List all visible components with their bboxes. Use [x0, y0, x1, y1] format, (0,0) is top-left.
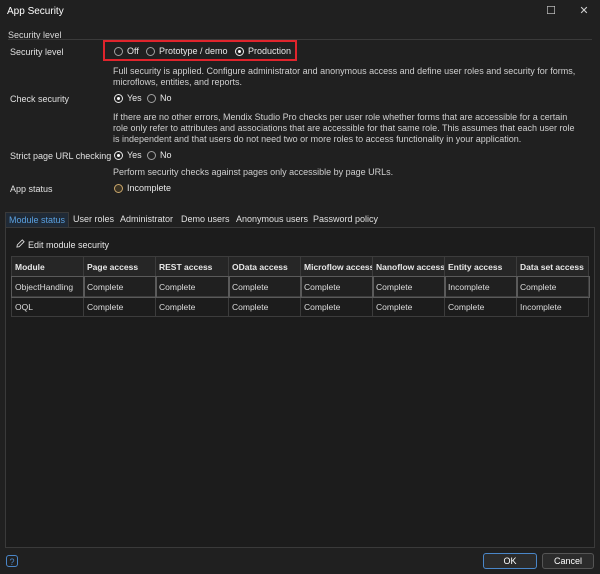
- tab-demo-users[interactable]: Demo users: [178, 212, 233, 227]
- cancel-button[interactable]: Cancel: [542, 553, 594, 569]
- table-cell: Complete: [444, 296, 517, 317]
- table-cell: Complete: [227, 275, 302, 298]
- edit-module-security-label: Edit module security: [28, 239, 110, 250]
- radio-prototype-label: Prototype / demo: [159, 46, 228, 56]
- app-status-indicator: Incomplete: [114, 183, 171, 193]
- title-bar: [0, 0, 600, 24]
- strict-url-no[interactable]: No: [147, 150, 172, 160]
- radio-prototype-dot: [146, 46, 155, 56]
- table-cell: Complete: [300, 296, 373, 317]
- help-icon[interactable]: ?: [6, 555, 18, 567]
- edit-module-security-button[interactable]: Edit module security: [16, 239, 109, 250]
- table-cell: Complete: [299, 275, 374, 298]
- table-header-row: Module Page access REST access OData acc…: [11, 256, 589, 277]
- table-cell: Complete: [154, 275, 230, 298]
- table-cell: OQL: [11, 296, 84, 317]
- check-security-no[interactable]: No: [147, 93, 172, 103]
- strict-url-yes[interactable]: Yes: [114, 150, 142, 160]
- check-security-yes-dot: [114, 93, 123, 103]
- app-status-value: Incomplete: [127, 183, 172, 193]
- table-cell: Complete: [372, 296, 445, 317]
- tab-password-policy[interactable]: Password policy: [310, 212, 381, 227]
- strict-url-no-dot: [147, 150, 156, 160]
- table-cell: Complete: [371, 275, 446, 298]
- app-status-label: App status: [10, 184, 53, 194]
- table-cell: ObjectHandling: [10, 275, 85, 298]
- radio-off-label: Off: [127, 46, 139, 56]
- column-header[interactable]: REST access: [155, 256, 229, 277]
- radio-production-label: Production: [248, 46, 292, 56]
- close-icon[interactable]: ✕: [578, 5, 590, 17]
- strict-url-yes-label: Yes: [127, 150, 142, 160]
- divider: [8, 39, 592, 40]
- table-cell: Complete: [155, 296, 229, 317]
- check-security-no-label: No: [160, 93, 172, 103]
- check-security-no-dot: [147, 93, 156, 103]
- column-header[interactable]: Data set access: [516, 256, 589, 277]
- check-security-label: Check security: [10, 94, 70, 104]
- security-level-label: Security level: [10, 47, 64, 57]
- table-cell: Complete: [515, 275, 590, 298]
- column-header[interactable]: OData access: [228, 256, 301, 277]
- column-header[interactable]: Page access: [83, 256, 156, 277]
- column-header[interactable]: Module: [11, 256, 84, 277]
- tab-module-status[interactable]: Module status: [5, 212, 70, 227]
- window-title: App Security: [7, 6, 64, 17]
- tab-anonymous-users[interactable]: Anonymous users: [233, 212, 311, 227]
- table-cell: Incomplete: [443, 275, 518, 298]
- radio-prototype[interactable]: Prototype / demo: [146, 46, 228, 56]
- security-level-description: Full security is applied. Configure admi…: [113, 66, 576, 87]
- ok-button[interactable]: OK: [483, 553, 537, 569]
- radio-production-dot: [235, 46, 244, 56]
- tab-bar: Module status User roles Administrator D…: [5, 212, 595, 228]
- maximize-icon[interactable]: ☐: [545, 5, 557, 17]
- table-cell: Complete: [228, 296, 301, 317]
- radio-off[interactable]: Off: [114, 46, 139, 56]
- check-security-yes-label: Yes: [127, 93, 142, 103]
- radio-off-dot: [114, 46, 123, 56]
- strict-url-description: Perform security checks against pages on…: [113, 167, 394, 177]
- strict-url-label: Strict page URL checking: [10, 151, 112, 161]
- strict-url-no-label: No: [160, 150, 172, 160]
- table-cell: Incomplete: [516, 296, 589, 317]
- radio-production[interactable]: Production: [235, 46, 291, 56]
- table-row[interactable]: ObjectHandling Complete Complete Complet…: [10, 275, 590, 298]
- tab-administrator[interactable]: Administrator: [117, 212, 176, 227]
- table-cell: Complete: [83, 296, 156, 317]
- table-cell: Complete: [82, 275, 157, 298]
- module-status-table: Module Page access REST access OData acc…: [10, 256, 590, 317]
- check-security-description: If there are no other errors, Mendix Stu…: [113, 112, 575, 144]
- pencil-icon: [16, 239, 25, 250]
- column-header[interactable]: Entity access: [444, 256, 517, 277]
- check-security-yes[interactable]: Yes: [114, 93, 142, 103]
- column-header[interactable]: Microflow access: [300, 256, 373, 277]
- table-row[interactable]: OQL Complete Complete Complete Complete …: [11, 296, 589, 317]
- column-header[interactable]: Nanoflow access: [372, 256, 445, 277]
- warning-status-icon: [114, 183, 123, 193]
- strict-url-yes-dot: [114, 150, 123, 160]
- tab-user-roles[interactable]: User roles: [70, 212, 117, 227]
